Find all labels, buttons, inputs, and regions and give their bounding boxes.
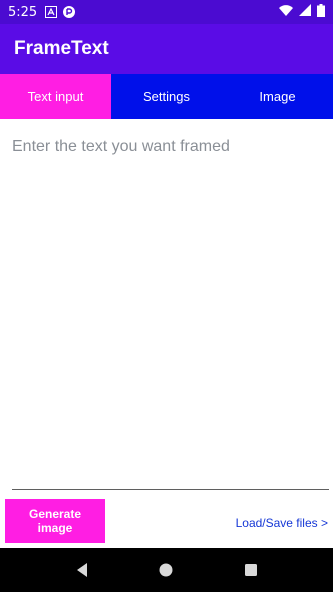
app-bar: FrameText [0, 24, 333, 74]
load-save-files-link[interactable]: Load/Save files > [236, 516, 328, 530]
text-input-field[interactable] [12, 130, 329, 490]
generate-image-button[interactable]: Generate image [5, 499, 105, 543]
status-time: 5:25 [8, 4, 38, 20]
wifi-icon [279, 4, 293, 20]
navigation-bar [0, 548, 333, 592]
tab-text-input[interactable]: Text input [0, 74, 111, 119]
tab-image[interactable]: Image [222, 74, 333, 119]
tab-settings[interactable]: Settings [111, 74, 222, 119]
status-bar: 5:25 [0, 0, 333, 24]
app-title: FrameText [14, 38, 109, 59]
battery-icon [317, 3, 325, 21]
app-logo-icon [63, 6, 76, 18]
back-icon[interactable] [72, 560, 92, 580]
home-icon[interactable] [156, 560, 176, 580]
input-underline [12, 489, 329, 490]
status-right-icons [279, 3, 325, 21]
recents-icon[interactable] [241, 560, 261, 580]
a-badge-icon [45, 6, 58, 18]
signal-icon [299, 4, 311, 20]
tab-bar: Text input Settings Image [0, 74, 333, 119]
